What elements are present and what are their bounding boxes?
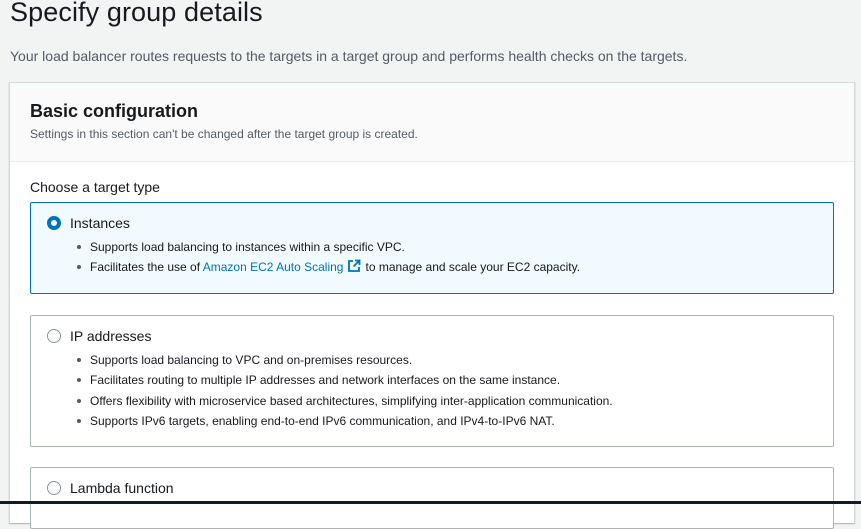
radio-button-ip-addresses[interactable] — [47, 329, 61, 343]
list-item: Facilitates routing to multiple IP addre… — [72, 370, 613, 390]
target-type-option-lambda-function[interactable]: Lambda function — [30, 467, 834, 529]
bullet-text-after: to manage and scale your EC2 capacity. — [365, 260, 581, 275]
option-bullets-instances: Supports load balancing to instances wit… — [72, 237, 580, 278]
basic-configuration-container: Basic configuration Settings in this sec… — [9, 82, 855, 529]
amazon-ec2-auto-scaling-link[interactable]: Amazon EC2 Auto Scaling — [203, 260, 344, 274]
bullet-text-before: Facilitates the use of — [90, 260, 201, 275]
target-type-label: Choose a target type — [30, 179, 160, 195]
list-item: Supports load balancing to VPC and on-pr… — [72, 350, 613, 370]
list-item: Supports IPv6 targets, enabling end-to-e… — [72, 411, 613, 431]
option-label-instances: Instances — [70, 215, 130, 231]
list-item: Offers flexibility with microservice bas… — [72, 391, 613, 411]
page-description: Your load balancer routes requests to th… — [10, 48, 688, 64]
option-label-ip-addresses: IP addresses — [70, 328, 152, 344]
container-header: Basic configuration Settings in this sec… — [10, 83, 854, 162]
section-title: Basic configuration — [30, 101, 199, 121]
option-bullets-ip-addresses: Supports load balancing to VPC and on-pr… — [72, 350, 613, 431]
target-type-option-instances[interactable]: Instances Supports load balancing to ins… — [30, 202, 834, 294]
radio-button-instances[interactable] — [47, 216, 61, 230]
external-link-icon[interactable] — [347, 259, 361, 279]
page-title: Specify group details — [10, 0, 263, 27]
radio-button-lambda-function[interactable] — [47, 481, 61, 495]
list-item: Supports load balancing to instances wit… — [72, 237, 580, 257]
section-description: Settings in this section can't be change… — [30, 127, 418, 141]
list-item: Facilitates the use of Amazon EC2 Auto S… — [72, 257, 580, 277]
option-label-lambda-function: Lambda function — [70, 480, 174, 496]
target-type-option-ip-addresses[interactable]: IP addresses Supports load balancing to … — [30, 315, 834, 447]
